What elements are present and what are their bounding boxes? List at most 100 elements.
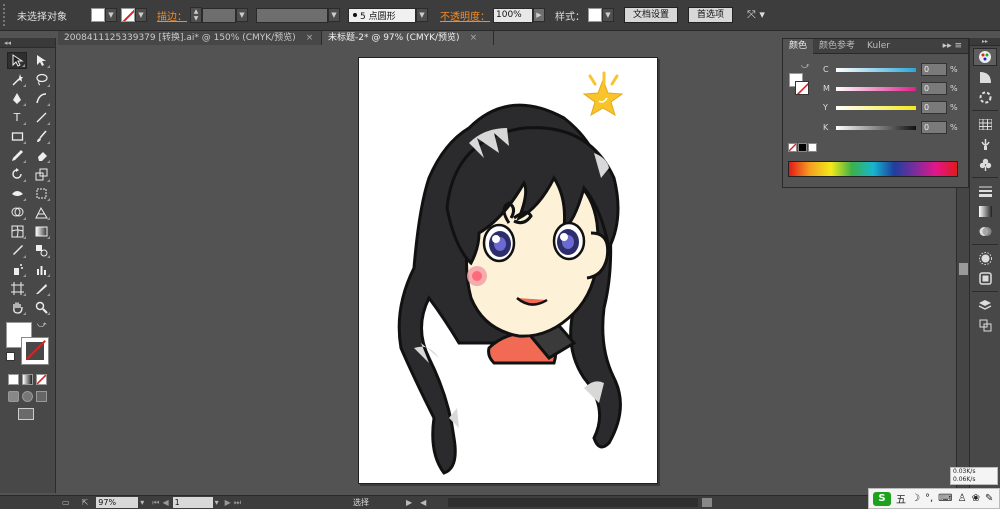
stroke-color-box[interactable]	[21, 337, 49, 365]
tab-color-guide[interactable]: 颜色参考	[813, 39, 861, 54]
artboard[interactable]	[358, 57, 658, 484]
appearance-icon[interactable]	[973, 249, 997, 267]
slice-tool-icon[interactable]	[31, 280, 51, 297]
chevron-down-icon[interactable]: ▼	[416, 8, 428, 22]
next-page-icon[interactable]: ▶	[225, 498, 231, 507]
tab-kuler[interactable]: Kuler	[861, 39, 896, 54]
curvature-pen-icon[interactable]	[31, 90, 51, 107]
chevron-down-icon[interactable]: ▼	[105, 8, 117, 22]
draw-normal-icon[interactable]	[8, 391, 19, 402]
cyan-input[interactable]: 0	[921, 63, 947, 76]
chevron-down-icon[interactable]: ▼	[602, 8, 614, 22]
black-slider[interactable]	[836, 125, 916, 130]
color-mode-icon[interactable]	[8, 374, 19, 385]
fill-control[interactable]: ▼	[91, 8, 117, 22]
dock-collapse[interactable]: ▸▸	[970, 38, 1000, 46]
layers-icon[interactable]	[973, 296, 997, 314]
panel-menu-icon[interactable]: ▸▸ ≡	[943, 41, 968, 51]
free-transform-tool-icon[interactable]	[31, 185, 51, 202]
scrollbar-thumb[interactable]	[959, 263, 968, 275]
fill-swatch[interactable]	[91, 8, 105, 22]
tab-document-2[interactable]: 未标题-2* @ 97% (CMYK/预览) ×	[322, 31, 494, 45]
artboards-icon[interactable]	[973, 316, 997, 334]
gradient-panel-icon[interactable]	[973, 202, 997, 220]
eraser-tool-icon[interactable]	[31, 147, 51, 164]
direct-selection-tool-icon[interactable]	[31, 52, 51, 69]
graphic-styles-icon[interactable]	[973, 269, 997, 287]
close-icon[interactable]: ×	[470, 31, 478, 45]
chevron-down-icon[interactable]: ▾	[140, 498, 144, 507]
screen-mode-icon[interactable]	[18, 408, 34, 420]
none-swatch[interactable]	[788, 143, 797, 152]
stroke-none-swatch[interactable]	[121, 8, 135, 22]
sogou-logo-icon[interactable]: S	[873, 491, 891, 506]
color-panel-icon[interactable]	[973, 48, 997, 66]
user-icon[interactable]: ♙	[958, 493, 967, 504]
scale-tool-icon[interactable]	[31, 166, 51, 183]
perspective-grid-tool-icon[interactable]	[31, 204, 51, 221]
selection-tool-icon[interactable]	[7, 52, 27, 69]
pencil-tool-icon[interactable]	[7, 147, 27, 164]
fill-stroke-widget[interactable]: ⤻	[6, 320, 55, 368]
blend-tool-icon[interactable]	[31, 242, 51, 259]
swatches-icon[interactable]	[973, 115, 997, 133]
yellow-slider[interactable]	[836, 105, 916, 110]
hand-tool-icon[interactable]	[7, 299, 27, 316]
transparency-icon[interactable]	[973, 222, 997, 240]
close-icon[interactable]: ×	[306, 31, 314, 45]
eyedropper-tool-icon[interactable]	[7, 242, 27, 259]
gradient-mode-icon[interactable]	[22, 374, 33, 385]
scrollbar-thumb[interactable]	[702, 498, 713, 507]
artboard-nav-icon[interactable]: ▭	[62, 498, 70, 507]
skin-icon[interactable]: ❀	[972, 493, 980, 504]
pen-tool-icon[interactable]	[7, 90, 27, 107]
zoom-input[interactable]: 97%	[96, 497, 139, 508]
width-tool-icon[interactable]	[7, 185, 27, 202]
preferences-button[interactable]: 首选项	[688, 7, 734, 23]
chevron-down-icon[interactable]: ▼	[135, 8, 147, 22]
column-graph-tool-icon[interactable]	[31, 261, 51, 278]
input-mode[interactable]: 五	[896, 491, 906, 506]
tab-color[interactable]: 颜色	[783, 38, 814, 54]
magic-wand-tool-icon[interactable]	[7, 71, 27, 88]
stroke-control[interactable]: ▼	[121, 8, 147, 22]
black-input[interactable]: 0	[921, 121, 947, 134]
mesh-tool-icon[interactable]	[7, 223, 27, 240]
stroke-swatch[interactable]	[795, 81, 809, 95]
page-input[interactable]: 1	[172, 497, 213, 508]
black-swatch[interactable]	[798, 143, 807, 152]
brushes-icon[interactable]	[973, 135, 997, 153]
chevron-down-icon[interactable]: ▼	[328, 8, 340, 22]
magenta-input[interactable]: 0	[921, 82, 947, 95]
opacity-link[interactable]: 不透明度：	[440, 8, 490, 23]
line-segment-tool-icon[interactable]	[31, 109, 51, 126]
brush-definition-select[interactable]: 5 点圆形	[348, 7, 416, 23]
stroke-link[interactable]: 描边：	[157, 8, 187, 23]
stroke-panel-icon[interactable]	[973, 182, 997, 200]
status-menu-icon[interactable]: ▶	[406, 498, 412, 507]
stroke-weight-input[interactable]	[202, 7, 236, 23]
rectangle-tool-icon[interactable]	[7, 128, 27, 145]
graphic-style-swatch[interactable]	[588, 8, 602, 22]
swap-colors-icon[interactable]: ⤻	[801, 61, 810, 71]
arrange-documents-icon[interactable]: ⤧ ▾	[747, 8, 765, 22]
first-page-icon[interactable]: ⏮	[152, 498, 159, 508]
shape-builder-tool-icon[interactable]	[7, 204, 27, 221]
panel-header[interactable]: ◂◂	[0, 38, 55, 48]
cyan-slider[interactable]	[836, 67, 916, 72]
prev-page-icon[interactable]: ◀	[162, 498, 168, 507]
symbol-sprayer-tool-icon[interactable]	[7, 261, 27, 278]
default-colors-icon[interactable]	[6, 352, 15, 361]
symbols-icon[interactable]	[973, 155, 997, 173]
chevron-right-icon[interactable]: ▶	[533, 8, 545, 22]
keyboard-icon[interactable]: ⌨	[938, 493, 952, 504]
tab-document-1[interactable]: 2008411125339379 [转换].ai* @ 150% (CMYK/预…	[58, 31, 322, 45]
chevron-down-icon[interactable]: ▾	[215, 498, 219, 507]
zoom-tool-icon[interactable]	[31, 299, 51, 316]
kuler-icon[interactable]	[973, 88, 997, 106]
gradient-tool-icon[interactable]	[31, 223, 51, 240]
last-page-icon[interactable]: ⏭	[234, 498, 241, 508]
grip-handle[interactable]	[3, 4, 9, 26]
magenta-slider[interactable]	[836, 86, 916, 91]
wrench-icon[interactable]: ✎	[985, 493, 993, 504]
